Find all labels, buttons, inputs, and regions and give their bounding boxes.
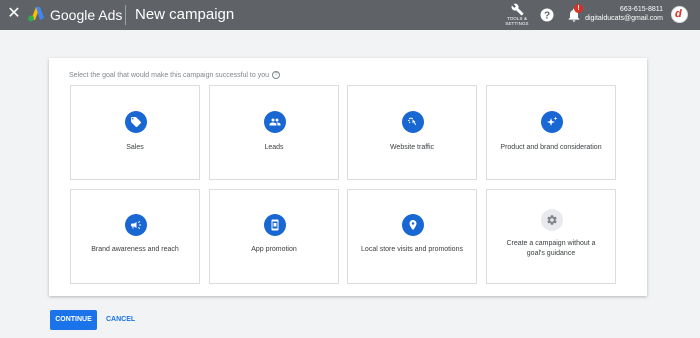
goal-tile-leads[interactable]: Leads	[209, 85, 339, 180]
goal-label: Product and brand consideration	[500, 144, 602, 151]
account-info[interactable]: 663-615-8811 digitalducats@gmail.com	[585, 5, 663, 23]
goal-tile-brand-awareness[interactable]: Brand awareness and reach	[70, 189, 200, 284]
goal-label: App promotion	[251, 246, 297, 253]
goal-tile-local-store-visits[interactable]: Local store visits and promotions	[347, 189, 477, 284]
goal-tile-product-brand-consideration[interactable]: Product and brand consideration	[486, 85, 616, 180]
gear-icon	[541, 209, 563, 231]
tag-icon	[125, 111, 147, 133]
goal-label: Local store visits and promotions	[361, 246, 463, 253]
goal-tile-website-traffic[interactable]: Website traffic	[347, 85, 477, 180]
goal-label: Website traffic	[389, 144, 435, 151]
continue-button[interactable]: CONTINUE	[50, 310, 97, 330]
account-email: digitalducats@gmail.com	[585, 15, 663, 22]
goal-label: Create a campaign without a goal's guida…	[506, 240, 596, 257]
people-icon	[264, 111, 286, 133]
account-phone: 663-615-8811	[619, 6, 663, 13]
close-icon[interactable]: ✕	[6, 6, 22, 22]
google-ads-logo-icon	[28, 7, 44, 22]
goal-selection-card: Select the goal that would make this cam…	[49, 58, 647, 296]
cancel-button[interactable]: CANCEL	[106, 316, 135, 323]
brand-name: Google Ads	[50, 7, 123, 23]
help-circle-icon[interactable]: ?	[272, 71, 280, 79]
goal-label: Brand awareness and reach	[91, 246, 179, 253]
avatar[interactable]: d	[671, 6, 688, 23]
top-bar: ✕ Google Ads New campaign TOOLS & SETTIN…	[0, 0, 700, 30]
goal-instruction: Select the goal that would make this cam…	[69, 71, 280, 79]
goal-tile-app-promotion[interactable]: App promotion	[209, 189, 339, 284]
goal-tile-no-goal-guidance[interactable]: Create a campaign without a goal's guida…	[486, 189, 616, 284]
header-divider	[125, 5, 126, 25]
wrench-icon	[511, 3, 523, 16]
tools-settings-label: TOOLS & SETTINGS	[505, 16, 529, 26]
cursor-click-icon	[402, 111, 424, 133]
notification-badge: !	[574, 4, 583, 13]
goal-label: Sales	[126, 144, 144, 151]
avatar-letter: d	[675, 8, 682, 20]
help-icon[interactable]: ?	[540, 8, 554, 22]
svg-text:?: ?	[544, 11, 550, 22]
location-pin-icon	[402, 214, 424, 236]
goal-instruction-text: Select the goal that would make this cam…	[69, 72, 269, 79]
sparkle-icon	[541, 111, 563, 133]
goal-label: Leads	[264, 144, 284, 151]
tools-settings-button[interactable]: TOOLS & SETTINGS	[503, 3, 531, 28]
page-title: New campaign	[135, 6, 235, 23]
megaphone-icon	[125, 214, 147, 236]
phone-app-icon	[264, 214, 286, 236]
goal-tile-sales[interactable]: Sales	[70, 85, 200, 180]
